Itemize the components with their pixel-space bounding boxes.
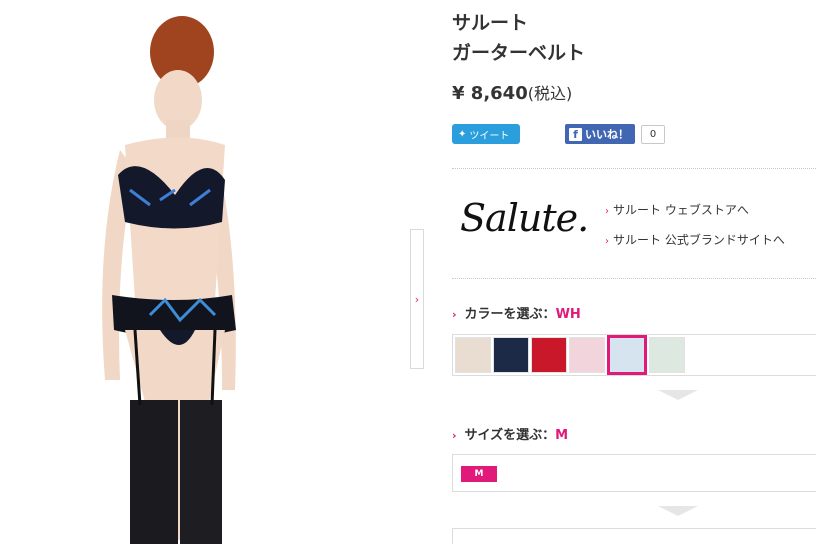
like-count: 0	[641, 125, 665, 144]
divider	[452, 168, 816, 169]
color-swatch-list	[452, 334, 816, 376]
brand-webstore-link[interactable]: › サルート ウェブストアへ	[605, 201, 749, 218]
chevron-right-icon: ›	[605, 236, 609, 247]
model-image	[102, 16, 236, 544]
price-value: ¥ 8,640	[452, 83, 528, 104]
next-option-box	[452, 528, 816, 544]
brand-name: サルート	[452, 12, 529, 34]
down-arrow-icon	[658, 506, 698, 516]
brand-logo[interactable]: Salute.	[460, 196, 589, 240]
item-name: ガーターベルト	[452, 42, 586, 64]
selected-color: WH	[555, 307, 581, 322]
tweet-button[interactable]: ✦ ツイート	[452, 124, 520, 144]
tax-note: (税込)	[527, 84, 573, 103]
color-swatch[interactable]	[455, 337, 491, 373]
color-swatch[interactable]	[493, 337, 529, 373]
next-image-button[interactable]: ›	[410, 229, 424, 369]
chevron-right-icon: ›	[414, 292, 420, 306]
down-arrow-icon	[658, 390, 698, 400]
size-section-label: › サイズを選ぶ：M	[452, 428, 569, 443]
chevron-right-icon: ›	[452, 308, 457, 321]
size-option-list: M	[452, 454, 816, 492]
facebook-icon: f	[569, 127, 582, 141]
selected-size: M	[555, 428, 569, 443]
divider	[452, 278, 816, 279]
color-swatch[interactable]	[569, 337, 605, 373]
color-section-label: › カラーを選ぶ：WH	[452, 307, 581, 322]
tweet-label: ツイート	[469, 130, 510, 142]
color-swatch-selected[interactable]	[607, 335, 647, 375]
chevron-right-icon: ›	[605, 206, 609, 217]
brand-official-site-link[interactable]: › サルート 公式ブランドサイトへ	[605, 231, 785, 248]
size-option-m[interactable]: M	[461, 466, 497, 482]
chevron-right-icon: ›	[452, 429, 457, 442]
product-title: サルート ガーターベルト	[452, 8, 585, 68]
twitter-bird-icon: ✦	[458, 128, 467, 140]
facebook-like-button[interactable]: f いいね！	[565, 124, 635, 144]
like-label: いいね！	[585, 128, 629, 141]
product-photo	[0, 0, 410, 544]
color-swatch[interactable]	[531, 337, 567, 373]
color-swatch[interactable]	[649, 337, 685, 373]
product-info: サルート ガーターベルト ¥ 8,640(税込) ✦ ツイート f いいね！ 0…	[452, 0, 816, 544]
price: ¥ 8,640(税込)	[452, 80, 572, 104]
